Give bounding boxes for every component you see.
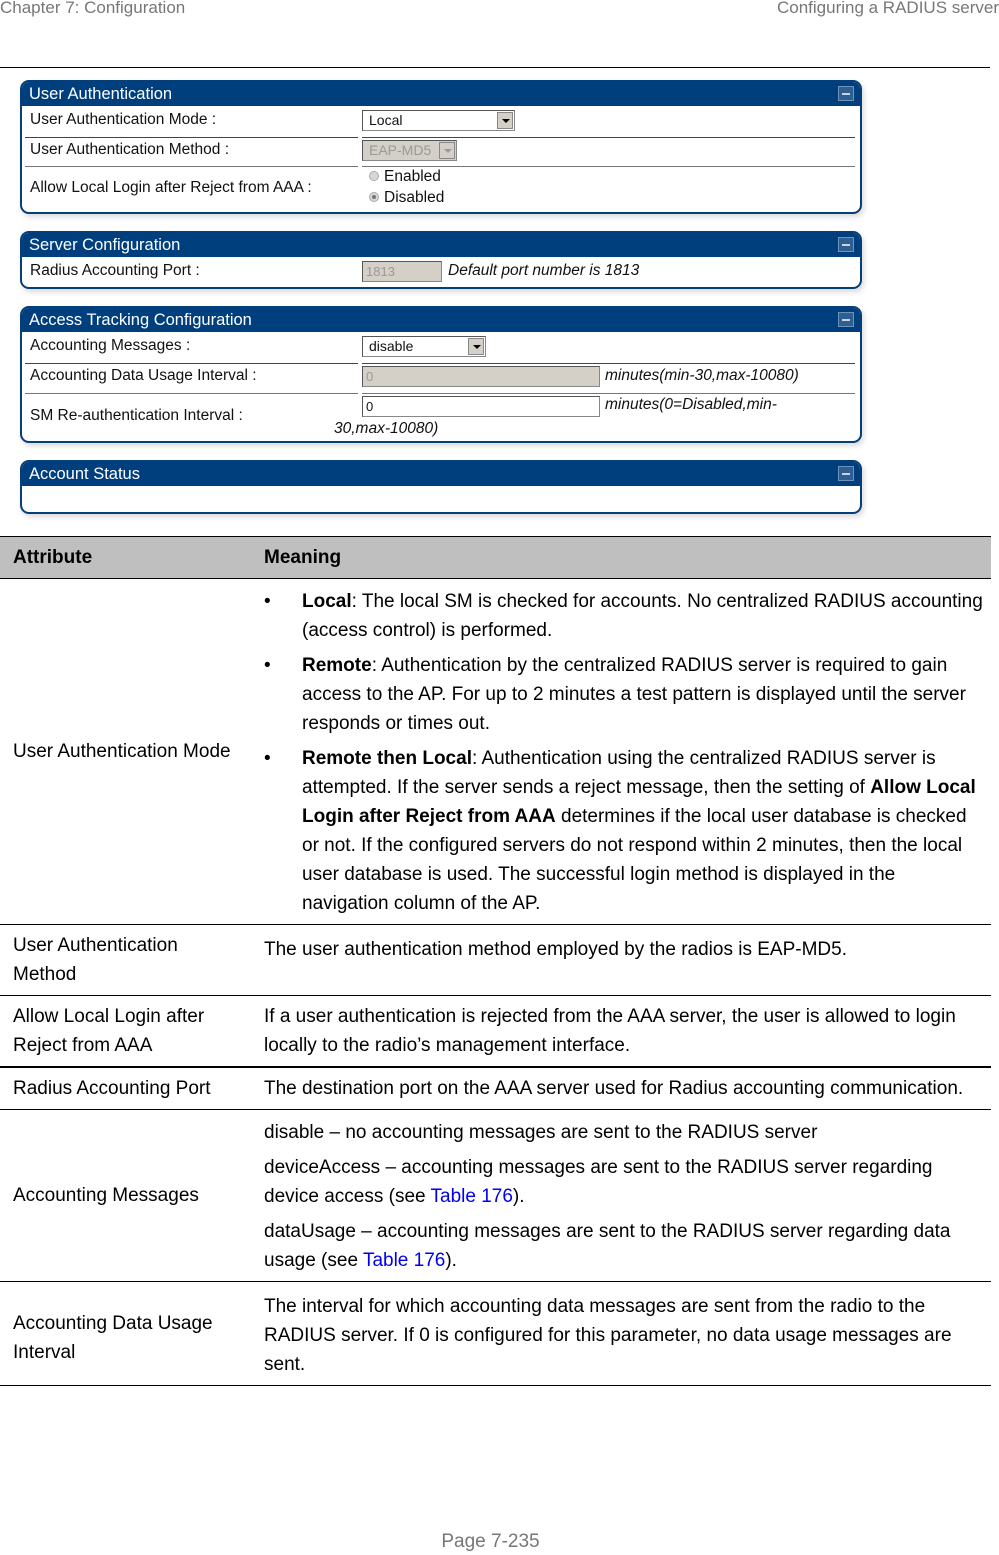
table-176-link[interactable]: Table 176 — [431, 1186, 513, 1207]
panel-title: Access Tracking Configuration — [22, 308, 860, 332]
chevron-down-icon — [468, 338, 484, 355]
table-row: Allow Local Login after Reject from AAA … — [0, 995, 991, 1068]
allow-local-login-label: Allow Local Login after Reject from AAA … — [30, 179, 312, 196]
data-usage-interval-label: Accounting Data Usage Interval : — [30, 367, 257, 384]
reauth-interval-input[interactable]: 0 — [362, 396, 600, 417]
user-authentication-panel: User Authentication User Authentication … — [20, 80, 862, 214]
user-auth-method-label: User Authentication Method : — [30, 141, 230, 158]
meaning-cell: The destination port on the AAA server u… — [252, 1067, 991, 1110]
accounting-messages-select[interactable]: disable — [362, 336, 486, 357]
data-usage-interval-input: 0 — [362, 366, 600, 387]
table-row: Radius Accounting Port The destination p… — [0, 1067, 991, 1110]
meaning-cell: Local: The local SM is checked for accou… — [252, 578, 991, 925]
radius-port-hint: Default port number is 1813 — [448, 262, 640, 279]
meaning-cell: The user authentication method employed … — [252, 924, 991, 996]
table-row: User Authentication Method The user auth… — [0, 924, 991, 996]
reauth-interval-label: SM Re-authentication Interval : — [30, 407, 243, 424]
table-176-link[interactable]: Table 176 — [363, 1250, 445, 1271]
attribute-table: Attribute Meaning User Authentication Mo… — [0, 536, 991, 1386]
attribute-cell: User Authentication Mode — [0, 578, 252, 925]
reauth-interval-hint-cont: 30,max-10080) — [334, 420, 439, 437]
server-configuration-panel: Server Configuration Radius Accounting P… — [20, 231, 862, 289]
paragraph: disable – no accounting messages are sen… — [264, 1122, 818, 1143]
radius-port-label: Radius Accounting Port : — [30, 262, 200, 279]
attribute-cell: Accounting Messages — [0, 1109, 252, 1282]
accounting-messages-label: Accounting Messages : — [30, 337, 191, 354]
meaning-cell: If a user authentication is rejected fro… — [252, 995, 991, 1068]
paragraph: deviceAccess – accounting messages are s… — [264, 1157, 933, 1207]
paragraph: dataUsage – accounting messages are sent… — [264, 1221, 951, 1271]
collapse-icon[interactable] — [838, 312, 854, 327]
account-status-panel: Account Status — [20, 460, 862, 514]
page-number: Page 7-235 — [441, 1531, 540, 1552]
access-tracking-panel: Access Tracking Configuration Accounting… — [20, 306, 862, 443]
attribute-cell: Accounting Data Usage Interval — [0, 1281, 252, 1386]
user-auth-mode-select[interactable]: Local — [362, 110, 515, 131]
collapse-icon[interactable] — [838, 237, 854, 252]
attribute-cell: User Authentication Method — [0, 924, 252, 996]
radio-selected-icon — [369, 192, 379, 202]
panel-title: Server Configuration — [22, 233, 860, 257]
header-meaning: Meaning — [252, 536, 991, 579]
reauth-interval-hint: minutes(0=Disabled,min- — [605, 396, 777, 413]
header-attribute: Attribute — [0, 536, 252, 579]
user-auth-method-select: EAP-MD5 — [362, 140, 457, 161]
meaning-cell: The interval for which accounting data m… — [252, 1281, 991, 1386]
panel-title: User Authentication — [22, 82, 860, 106]
attribute-cell: Radius Accounting Port — [0, 1067, 252, 1110]
list-item: Remote then Local: Authentication using … — [264, 744, 983, 918]
header-section: Configuring a RADIUS server — [776, 0, 999, 17]
user-auth-mode-label: User Authentication Mode : — [30, 111, 217, 128]
list-item: Remote: Authentication by the centralize… — [264, 651, 983, 738]
table-header-row: Attribute Meaning — [0, 536, 991, 579]
collapse-icon[interactable] — [838, 466, 854, 481]
chevron-down-icon — [497, 112, 513, 129]
meaning-cell: disable – no accounting messages are sen… — [252, 1109, 991, 1282]
table-row: Accounting Messages disable – no account… — [0, 1109, 991, 1282]
radius-port-input: 1813 — [362, 261, 442, 282]
radio-enabled[interactable]: Enabled — [369, 168, 441, 186]
chevron-down-icon — [439, 142, 455, 159]
data-usage-interval-hint: minutes(min-30,max-10080) — [605, 367, 799, 384]
panel-title: Account Status — [22, 462, 860, 486]
radio-disabled[interactable]: Disabled — [369, 189, 444, 207]
header-chapter: Chapter 7: Configuration — [0, 0, 186, 17]
header-rule — [0, 67, 990, 68]
table-row: Accounting Data Usage Interval The inter… — [0, 1281, 991, 1386]
table-row: User Authentication Mode Local: The loca… — [0, 578, 991, 925]
list-item: Local: The local SM is checked for accou… — [264, 587, 983, 645]
attribute-cell: Allow Local Login after Reject from AAA — [0, 995, 252, 1068]
collapse-icon[interactable] — [838, 86, 854, 101]
radio-unselected-icon — [369, 171, 379, 181]
